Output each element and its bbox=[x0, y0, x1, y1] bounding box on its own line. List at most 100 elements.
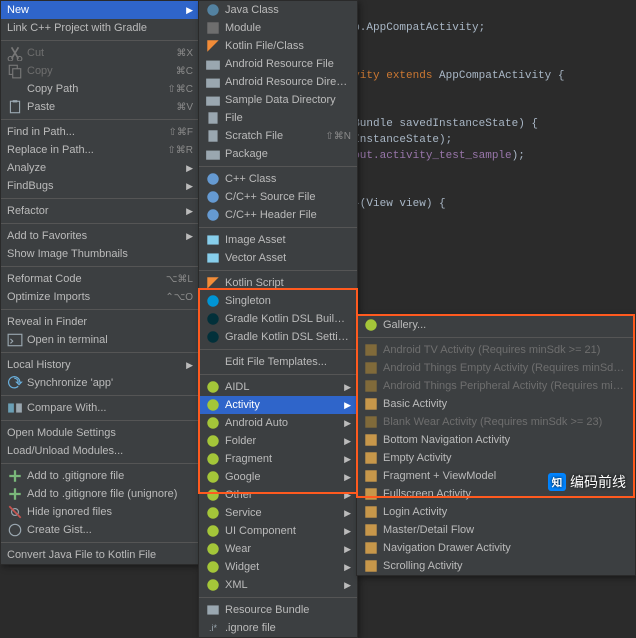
menu-item-activity[interactable]: Activity▶ bbox=[199, 396, 357, 414]
compare-icon bbox=[7, 401, 23, 415]
menu-item-load-unload[interactable]: Load/Unload Modules... bbox=[1, 442, 199, 460]
menu-item-find-in-path[interactable]: Find in Path... ⇧⌘F bbox=[1, 123, 199, 141]
template-icon bbox=[363, 541, 379, 555]
android-icon bbox=[205, 524, 221, 538]
menu-item-convert-kotlin[interactable]: Convert Java File to Kotlin File bbox=[1, 546, 199, 564]
menu-item-new[interactable]: New ▶ bbox=[1, 1, 199, 19]
package-icon bbox=[205, 147, 221, 161]
android-icon bbox=[205, 506, 221, 520]
menu-item-edit-templates[interactable]: Edit File Templates... bbox=[199, 353, 357, 371]
menu-item-aidl[interactable]: AIDL ▶ bbox=[199, 378, 357, 396]
menu-item-file[interactable]: File bbox=[199, 109, 357, 127]
cpp-icon bbox=[205, 172, 221, 186]
menu-item-module[interactable]: Module bbox=[199, 19, 357, 37]
menu-item-replace-in-path[interactable]: Replace in Path... ⇧⌘R bbox=[1, 141, 199, 159]
menu-item-wear[interactable]: Wear▶ bbox=[199, 540, 357, 558]
menu-item-gallery[interactable]: Gallery... bbox=[357, 316, 635, 334]
template-icon bbox=[363, 469, 379, 483]
menu-item-scratch[interactable]: Scratch File⇧⌘N bbox=[199, 127, 357, 145]
menu-item-open-module[interactable]: Open Module Settings bbox=[1, 424, 199, 442]
menu-item-vector-asset[interactable]: Vector Asset bbox=[199, 249, 357, 267]
menu-item-xml[interactable]: XML▶ bbox=[199, 576, 357, 594]
plus-icon bbox=[7, 487, 23, 501]
menu-item-bottom-nav[interactable]: Bottom Navigation Activity bbox=[357, 431, 635, 449]
menu-item-open-terminal[interactable]: Open in terminal bbox=[1, 331, 199, 349]
menu-item-paste[interactable]: Paste ⌘V bbox=[1, 98, 199, 116]
menu-item-gradle-settings[interactable]: Gradle Kotlin DSL Settings bbox=[199, 328, 357, 346]
menu-label: UI Component bbox=[225, 525, 338, 537]
menu-item-cpp-src[interactable]: C/C++ Source File bbox=[199, 188, 357, 206]
menu-item-resource-bundle[interactable]: Resource Bundle bbox=[199, 601, 357, 619]
separator bbox=[1, 40, 199, 41]
menu-item-package[interactable]: Package bbox=[199, 145, 357, 163]
folder-icon bbox=[205, 93, 221, 107]
menu-item-fragment[interactable]: Fragment▶ bbox=[199, 450, 357, 468]
cpp-icon bbox=[205, 208, 221, 222]
menu-item-reformat[interactable]: Reformat Code ⌥⌘L bbox=[1, 270, 199, 288]
menu-item-image-asset[interactable]: Image Asset bbox=[199, 231, 357, 249]
menu-item-add-favorites[interactable]: Add to Favorites ▶ bbox=[1, 227, 199, 245]
menu-item-folder[interactable]: Folder▶ bbox=[199, 432, 357, 450]
menu-label: Singleton bbox=[225, 295, 351, 307]
chevron-right-icon: ▶ bbox=[344, 526, 351, 537]
menu-item-kotlin-script[interactable]: Kotlin Script bbox=[199, 274, 357, 292]
template-icon bbox=[363, 433, 379, 447]
menu-item-compare[interactable]: Compare With... bbox=[1, 399, 199, 417]
menu-item-singleton[interactable]: Singleton bbox=[199, 292, 357, 310]
menu-item-android-tv[interactable]: Android TV Activity (Requires minSdk >= … bbox=[357, 341, 635, 359]
menu-item-empty-activity[interactable]: Empty Activity bbox=[357, 449, 635, 467]
menu-item-login[interactable]: Login Activity bbox=[357, 503, 635, 521]
menu-item-service[interactable]: Service▶ bbox=[199, 504, 357, 522]
menu-label: .ignore file bbox=[225, 622, 351, 634]
menu-item-add-gitignore[interactable]: Add to .gitignore file bbox=[1, 467, 199, 485]
chevron-right-icon: ▶ bbox=[186, 181, 193, 192]
menu-item-copy[interactable]: Copy ⌘C bbox=[1, 62, 199, 80]
menu-item-cut[interactable]: Cut ⌘X bbox=[1, 44, 199, 62]
menu-item-findbugs[interactable]: FindBugs ▶ bbox=[1, 177, 199, 195]
menu-item-local-history[interactable]: Local History ▶ bbox=[1, 356, 199, 374]
menu-item-master-detail[interactable]: Master/Detail Flow bbox=[357, 521, 635, 539]
menu-label: Reveal in Finder bbox=[7, 316, 193, 328]
shortcut: ⇧⌘F bbox=[169, 127, 194, 138]
menu-item-cpp-hdr[interactable]: C/C++ Header File bbox=[199, 206, 357, 224]
menu-item-blank-wear[interactable]: Blank Wear Activity (Requires minSdk >= … bbox=[357, 413, 635, 431]
menu-item-android-res-dir[interactable]: Android Resource Directory bbox=[199, 73, 357, 91]
menu-item-kotlin-file[interactable]: Kotlin File/Class bbox=[199, 37, 357, 55]
menu-item-cpp-class[interactable]: C++ Class bbox=[199, 170, 357, 188]
menu-item-reveal[interactable]: Reveal in Finder bbox=[1, 313, 199, 331]
menu-item-other[interactable]: Other▶ bbox=[199, 486, 357, 504]
menu-label: Service bbox=[225, 507, 338, 519]
menu-item-android-res-file[interactable]: Android Resource File bbox=[199, 55, 357, 73]
menu-item-things-empty[interactable]: Android Things Empty Activity (Requires … bbox=[357, 359, 635, 377]
menu-label: Google bbox=[225, 471, 338, 483]
menu-label: Create Gist... bbox=[27, 524, 193, 536]
singleton-icon bbox=[205, 294, 221, 308]
menu-item-analyze[interactable]: Analyze ▶ bbox=[1, 159, 199, 177]
menu-item-refactor[interactable]: Refactor ▶ bbox=[1, 202, 199, 220]
menu-item-sync[interactable]: Synchronize 'app' bbox=[1, 374, 199, 392]
menu-item-copy-path[interactable]: Copy Path ⇧⌘C bbox=[1, 80, 199, 98]
menu-item-widget[interactable]: Widget▶ bbox=[199, 558, 357, 576]
menu-item-gradle-build[interactable]: Gradle Kotlin DSL Build Script bbox=[199, 310, 357, 328]
menu-item-google[interactable]: Google▶ bbox=[199, 468, 357, 486]
menu-item-create-gist[interactable]: Create Gist... bbox=[1, 521, 199, 539]
menu-item-nav-drawer[interactable]: Navigation Drawer Activity bbox=[357, 539, 635, 557]
chevron-right-icon: ▶ bbox=[344, 382, 351, 393]
menu-item-basic-activity[interactable]: Basic Activity bbox=[357, 395, 635, 413]
menu-label: AIDL bbox=[225, 381, 338, 393]
menu-item-link-cpp[interactable]: Link C++ Project with Gradle bbox=[1, 19, 199, 37]
menu-item-things-periph[interactable]: Android Things Peripheral Activity (Requ… bbox=[357, 377, 635, 395]
menu-item-java-class[interactable]: Java Class bbox=[199, 1, 357, 19]
menu-item-ui-component[interactable]: UI Component ▶ bbox=[199, 522, 357, 540]
menu-item-optimize[interactable]: Optimize Imports ⌃⌥O bbox=[1, 288, 199, 306]
menu-label: Android Things Empty Activity (Requires … bbox=[383, 362, 629, 374]
menu-item-scrolling[interactable]: Scrolling Activity bbox=[357, 557, 635, 575]
menu-item-hide-ignored[interactable]: Hide ignored files bbox=[1, 503, 199, 521]
menu-item-add-gitignore-un[interactable]: Add to .gitignore file (unignore) bbox=[1, 485, 199, 503]
menu-item-android-auto[interactable]: Android Auto▶ bbox=[199, 414, 357, 432]
menu-item-sample-data[interactable]: Sample Data Directory bbox=[199, 91, 357, 109]
menu-item-ignore-file[interactable]: .i*.ignore file bbox=[199, 619, 357, 637]
menu-item-show-thumbs[interactable]: Show Image Thumbnails bbox=[1, 245, 199, 263]
menu-label: Open Module Settings bbox=[7, 427, 193, 439]
menu-label: Hide ignored files bbox=[27, 506, 193, 518]
